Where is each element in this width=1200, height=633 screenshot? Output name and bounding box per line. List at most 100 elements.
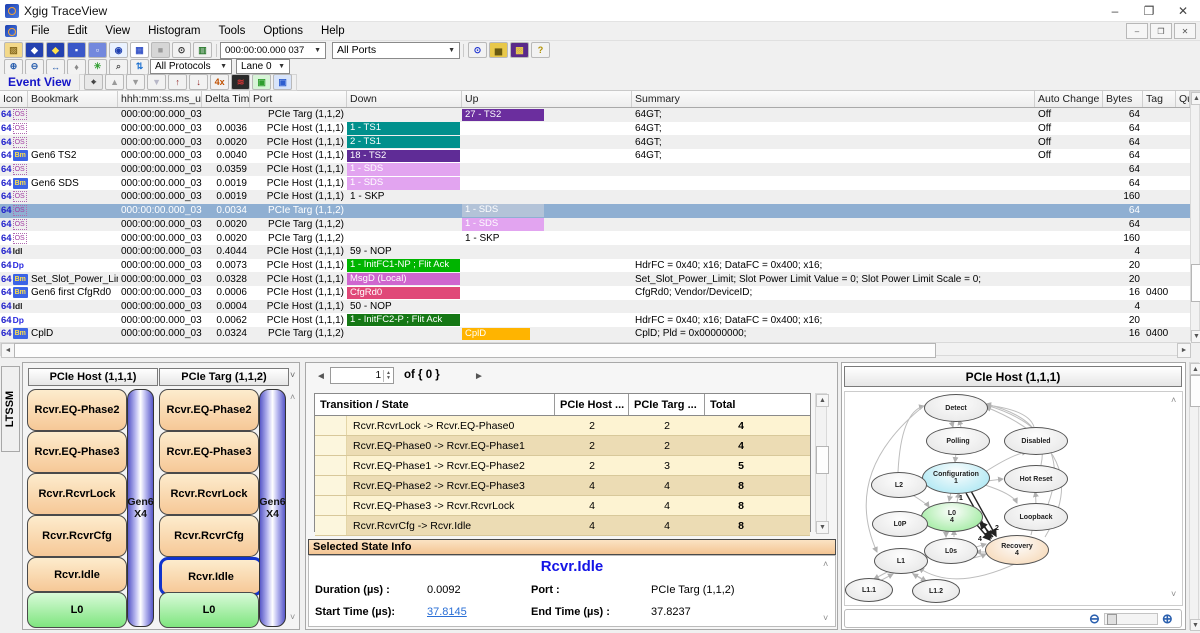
prev-event-icon[interactable]: ▲ bbox=[105, 74, 124, 90]
column-header-delta-time[interactable]: Delta Time bbox=[202, 91, 250, 107]
event-row[interactable]: 64BmGen6 SDS000:00:00.000_0370.0019PCIe … bbox=[0, 176, 1190, 190]
column-header-icon[interactable]: Icon bbox=[0, 91, 28, 107]
next-event-icon[interactable]: ▼ bbox=[126, 74, 145, 90]
ltssm-state-rcvr-eq-phase2[interactable]: Rcvr.EQ-Phase2 bbox=[159, 389, 259, 431]
event-row[interactable]: 64OS000:00:00.000_0370.0020PCIe Targ (1,… bbox=[0, 218, 1190, 232]
grid-view-icon[interactable]: ▦ bbox=[130, 42, 149, 58]
ltssm-state-rcvr-idle[interactable]: Rcvr.Idle bbox=[159, 557, 263, 596]
packet-chip[interactable]: 1 - TS1 bbox=[347, 122, 460, 135]
select-zoom-icon[interactable]: ⌖ bbox=[84, 74, 103, 90]
event-row[interactable]: 64Dp000:00:00.000_0380.0073PCIe Host (1,… bbox=[0, 259, 1190, 273]
column-header-transition-state[interactable]: Transition / State bbox=[315, 394, 555, 415]
ltssm-state-rcvr-rcvrcfg[interactable]: Rcvr.RcvrCfg bbox=[159, 515, 259, 557]
column-header-qu[interactable]: Qu bbox=[1176, 91, 1190, 107]
state-node-recovery[interactable]: Recovery4 bbox=[985, 535, 1049, 565]
zoom-in-icon[interactable]: ⊕ bbox=[1162, 612, 1173, 625]
menu-help[interactable]: Help bbox=[312, 25, 354, 37]
trace-control-icon[interactable]: ▩ bbox=[510, 42, 529, 58]
search-icon[interactable]: ⌕ bbox=[109, 59, 128, 75]
column-header-bytes[interactable]: Bytes bbox=[1103, 91, 1143, 107]
transition-row[interactable]: Rcvr.RcvrCfg -> Rcvr.Idle448 bbox=[315, 516, 810, 536]
packet-chip[interactable]: 1 - SDS bbox=[347, 177, 460, 190]
start-time-link[interactable]: 37.8145 bbox=[427, 606, 467, 618]
packet-chip[interactable]: CfgRd0 bbox=[347, 287, 460, 300]
packet-chip[interactable]: 27 - TS2 bbox=[462, 109, 544, 122]
column-header-port[interactable]: Port bbox=[250, 91, 347, 107]
disabled-view-icon[interactable]: ■ bbox=[151, 42, 170, 58]
ltssm-host-header[interactable]: PCIe Host (1,1,1) bbox=[28, 368, 158, 386]
ltssm-state-l0[interactable]: L0 bbox=[27, 592, 127, 628]
protocols-combo[interactable]: All Protocols ▼ bbox=[150, 59, 232, 74]
packet-chip[interactable]: 1 - InitFC2-P ; Flit Ack bbox=[347, 314, 460, 327]
scroll-down-icon[interactable]: ˅ bbox=[823, 614, 828, 623]
state-node-disabled[interactable]: Disabled bbox=[1004, 427, 1068, 455]
mdi-restore-button[interactable]: ❐ bbox=[1150, 23, 1172, 39]
event-row[interactable]: 64OS000:00:00.000_037PCIe Targ (1,1,2)27… bbox=[0, 108, 1190, 122]
zoom-out-icon[interactable]: ⊖ bbox=[1089, 612, 1100, 625]
trigger-info-icon[interactable]: ⊙ bbox=[468, 42, 487, 58]
transition-row[interactable]: Rcvr.EQ-Phase2 -> Rcvr.EQ-Phase3448 bbox=[315, 476, 810, 496]
ltssm-state-rcvr-eq-phase3[interactable]: Rcvr.EQ-Phase3 bbox=[159, 431, 259, 473]
column-header-bookmark[interactable]: Bookmark bbox=[28, 91, 118, 107]
transition-row[interactable]: Rcvr.RcvrLock -> Rcvr.EQ-Phase0224 bbox=[315, 416, 810, 436]
ltssm-tab[interactable]: LTSSM bbox=[1, 366, 20, 452]
column-header-auto-change[interactable]: Auto Change bbox=[1035, 91, 1103, 107]
pager-spinbox[interactable]: 1 ▲ ▼ bbox=[330, 367, 394, 384]
transition-row[interactable]: Rcvr.EQ-Phase0 -> Rcvr.EQ-Phase1224 bbox=[315, 436, 810, 456]
scroll-up-icon[interactable]: ˄ bbox=[1171, 396, 1176, 405]
column-header-summary[interactable]: Summary bbox=[632, 91, 1035, 107]
zoom-slider[interactable] bbox=[1104, 613, 1158, 625]
ltssm-targ-header[interactable]: PCIe Targ (1,1,2) bbox=[159, 368, 289, 386]
time-position-combo[interactable]: 000:00:00.000 037 ▼ bbox=[220, 42, 326, 59]
decode-green-icon[interactable]: ▣ bbox=[252, 74, 271, 90]
state-node-l1-1[interactable]: L1.1 bbox=[845, 578, 893, 602]
state-node-l0s[interactable]: L0s bbox=[924, 538, 978, 564]
scroll-up-icon[interactable]: ˄ bbox=[290, 393, 295, 402]
menu-view[interactable]: View bbox=[96, 25, 139, 37]
lane-combo[interactable]: Lane 0 ▼ bbox=[236, 59, 290, 74]
open-recent-icon[interactable]: ◆ bbox=[25, 42, 44, 58]
timer-icon[interactable]: ⊙ bbox=[172, 42, 191, 58]
event-row[interactable]: 64OS000:00:00.000_0370.0359PCIe Host (1,… bbox=[0, 163, 1190, 177]
pager-prev-icon[interactable]: ◄ bbox=[316, 371, 326, 382]
column-header-total[interactable]: Total bbox=[705, 394, 777, 415]
transition-table-scrollbar[interactable]: ▲ ▼ bbox=[815, 393, 827, 532]
menu-edit[interactable]: Edit bbox=[59, 25, 97, 37]
ltssm-state-rcvr-eq-phase2[interactable]: Rcvr.EQ-Phase2 bbox=[27, 389, 127, 431]
menu-histogram[interactable]: Histogram bbox=[139, 25, 209, 37]
open-workspace-icon[interactable]: ◆ bbox=[46, 42, 65, 58]
packet-chip[interactable]: 1 - SDS bbox=[462, 218, 544, 231]
event-row[interactable]: 64OS000:00:00.000_0370.0019PCIe Host (1,… bbox=[0, 190, 1190, 204]
scroll-down-icon[interactable]: ˅ bbox=[290, 613, 295, 622]
state-node-configuration[interactable]: Configuration1 bbox=[922, 462, 990, 494]
sync-scroll-icon[interactable]: ⇅ bbox=[130, 59, 149, 75]
state-node-detect[interactable]: Detect bbox=[924, 394, 988, 422]
ltssm-state-rcvr-rcvrlock[interactable]: Rcvr.RcvrLock bbox=[27, 473, 127, 515]
save-all-icon[interactable]: ▫ bbox=[88, 42, 107, 58]
event-row[interactable]: 64BmGen6 first CfgRd0000:00:00.000_0380.… bbox=[0, 286, 1190, 300]
menu-file[interactable]: File bbox=[22, 25, 59, 37]
event-table-hscrollbar[interactable]: ◄ ► bbox=[0, 342, 1190, 356]
minimize-button[interactable]: – bbox=[1098, 0, 1132, 21]
state-node-l0p[interactable]: L0P bbox=[872, 511, 928, 537]
packet-chip[interactable]: CplD bbox=[462, 328, 530, 341]
ltssm-state-rcvr-rcvrcfg[interactable]: Rcvr.RcvrCfg bbox=[27, 515, 127, 557]
column-header-tag[interactable]: Tag bbox=[1143, 91, 1176, 107]
event-row[interactable]: 64BmSet_Slot_Power_Limit000:00:00.000_03… bbox=[0, 272, 1190, 286]
ltssm-state-l0[interactable]: L0 bbox=[159, 592, 259, 628]
column-header-down[interactable]: Down bbox=[347, 91, 462, 107]
packet-chip[interactable]: 2 - TS1 bbox=[347, 136, 460, 149]
scroll-up-icon[interactable]: ˄ bbox=[823, 560, 828, 569]
ltssm-state-rcvr-eq-phase3[interactable]: Rcvr.EQ-Phase3 bbox=[27, 431, 127, 473]
event-row[interactable]: 64OS000:00:00.000_0370.0034PCIe Targ (1,… bbox=[0, 204, 1190, 218]
event-row[interactable]: 64Idl000:00:00.000_0380.4044PCIe Host (1… bbox=[0, 245, 1190, 259]
filter-icon[interactable]: ▼ bbox=[147, 74, 166, 90]
column-header-pcie-host[interactable]: PCIe Host ... bbox=[555, 394, 629, 415]
mdi-minimize-button[interactable]: – bbox=[1126, 23, 1148, 39]
transition-row[interactable]: Rcvr.EQ-Phase1 -> Rcvr.EQ-Phase2235 bbox=[315, 456, 810, 476]
traffic-light-icon[interactable]: ≋ bbox=[231, 74, 250, 90]
capture-view-icon[interactable]: ◉ bbox=[109, 42, 128, 58]
ports-combo[interactable]: All Ports ▼ bbox=[332, 42, 460, 59]
decode-blue-icon[interactable]: ▣ bbox=[273, 74, 292, 90]
ltssm-state-rcvr-rcvrlock[interactable]: Rcvr.RcvrLock bbox=[159, 473, 259, 515]
